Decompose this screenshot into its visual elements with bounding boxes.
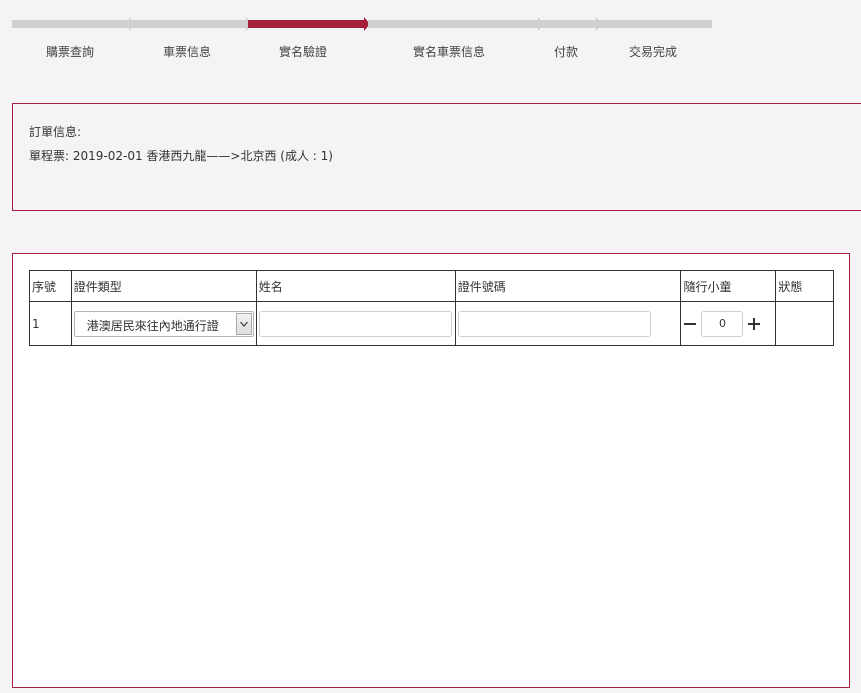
- child-count-value[interactable]: 0: [701, 310, 744, 337]
- id-number-input[interactable]: [457, 310, 651, 337]
- column-header-status: 狀態: [775, 270, 834, 302]
- step-progress-bar: [12, 17, 712, 31]
- step-label-complete: 交易完成: [628, 45, 678, 59]
- column-header-id-type: 證件類型: [70, 270, 257, 302]
- name-input[interactable]: [258, 310, 452, 337]
- step-segment-4: [368, 17, 544, 31]
- column-header-name: 姓名: [255, 270, 456, 302]
- passenger-panel: 序號 證件類型 姓名 證件號碼 隨行小童 狀態 1 港澳居民來往內地通行證 0: [12, 253, 850, 688]
- column-header-child: 隨行小童: [680, 270, 777, 302]
- table-header-row: 序號 證件類型 姓名 證件號碼 隨行小童 狀態: [29, 270, 834, 302]
- status-cell: [775, 301, 834, 346]
- chevron-down-icon[interactable]: [235, 312, 252, 335]
- table-row: 1 港澳居民來往內地通行證 0: [29, 301, 834, 346]
- step-label-ticket-info: 車票信息: [162, 45, 212, 59]
- order-info-panel: 訂單信息: 單程票: 2019-02-01 香港西九龍——>北京西 (成人 : …: [12, 103, 861, 211]
- step-label-verification: 實名驗證: [278, 45, 328, 59]
- step-segment-3: [248, 17, 370, 31]
- child-count-cell: 0: [680, 301, 777, 346]
- step-segment-5: [538, 17, 602, 31]
- column-header-id-number: 證件號碼: [454, 270, 682, 302]
- name-cell: [255, 301, 456, 346]
- id-number-cell: [454, 301, 682, 346]
- step-segment-2: [129, 17, 252, 31]
- plus-icon[interactable]: [747, 314, 761, 334]
- column-header-index: 序號: [29, 270, 72, 302]
- order-info-detail: 單程票: 2019-02-01 香港西九龍——>北京西 (成人 : 1): [29, 149, 333, 163]
- id-type-cell: 港澳居民來往內地通行證: [70, 301, 257, 346]
- step-label-named-ticket-info: 實名車票信息: [412, 45, 486, 59]
- id-type-selected-value: 港澳居民來往內地通行證: [86, 318, 219, 333]
- step-label-payment: 付款: [553, 45, 579, 59]
- id-type-select[interactable]: 港澳居民來往內地通行證: [73, 310, 254, 337]
- minus-icon[interactable]: [683, 314, 697, 334]
- order-info-title: 訂單信息:: [29, 125, 82, 139]
- row-index: 1: [29, 301, 72, 346]
- child-count-stepper: 0: [683, 310, 773, 337]
- step-segment-6: [596, 20, 712, 28]
- step-label-search: 購票查詢: [45, 45, 95, 59]
- passenger-table: 序號 證件類型 姓名 證件號碼 隨行小童 狀態 1 港澳居民來往內地通行證 0: [29, 270, 834, 346]
- step-segment-1: [12, 17, 135, 31]
